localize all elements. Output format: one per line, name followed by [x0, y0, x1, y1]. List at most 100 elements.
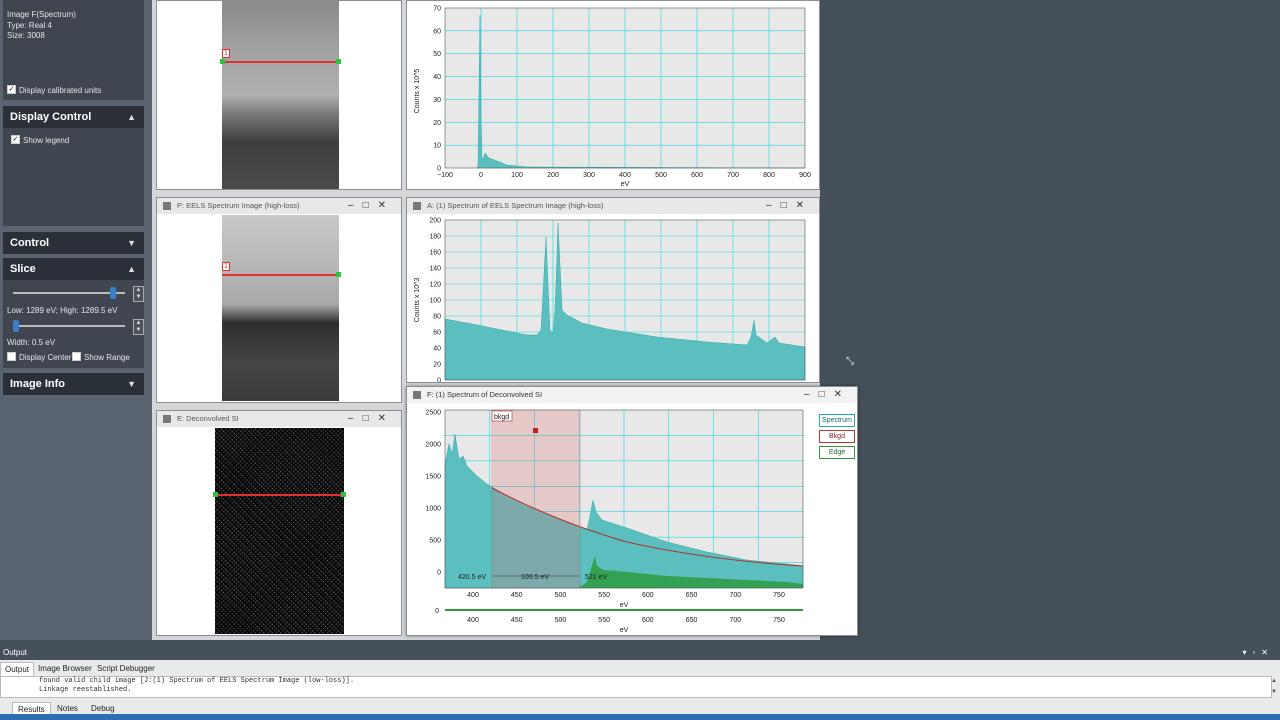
y-tick-label: 180	[429, 234, 441, 241]
y-tick-labels: 0 20 40 60 80 100 120 140 160 180 200	[429, 218, 441, 383]
y-tick-label: 100	[429, 298, 441, 305]
lower-plot-strip	[445, 609, 803, 611]
roi-line[interactable]	[222, 61, 339, 63]
plot-window-icon	[413, 391, 421, 399]
status-bar	[0, 714, 1280, 720]
x-tick-label: 700	[727, 172, 739, 179]
x-tick-labels: −100 0 100 200 300 400 500 600 700 800 900	[437, 172, 811, 179]
tab-output[interactable]: Output	[0, 662, 35, 677]
x-tick-label: 100	[511, 172, 523, 179]
x-tick-label: 400	[467, 592, 479, 599]
roi-handle-right[interactable]	[341, 492, 346, 497]
lower-y-tick: 0	[435, 608, 439, 615]
slice-slider-track	[13, 292, 125, 294]
image-name: Image F(Spectrum)	[7, 10, 76, 19]
window-title-bar[interactable]: F: (1) Spectrum of Deconvolved SI –□✕	[407, 387, 857, 403]
window-handle[interactable]	[533, 428, 538, 433]
image-window-top[interactable]: 1	[156, 0, 402, 190]
output-panel: Output ▾▫✕ Output Image Browser Script De…	[0, 646, 1280, 720]
control-header[interactable]: Control ▼	[3, 232, 144, 254]
slice-slider-handle[interactable]	[110, 287, 116, 299]
background-window[interactable]	[491, 409, 581, 589]
y-tick-label: 0	[437, 570, 441, 577]
y-tick-label: 500	[429, 538, 441, 545]
y-tick-label: 2500	[425, 410, 441, 417]
x-tick-label: 400	[467, 617, 479, 624]
x-tick-label: 500	[655, 172, 667, 179]
y-tick-label: 0	[437, 378, 441, 383]
spectrum-window-a[interactable]: A: (1) Spectrum of EELS Spectrum Image (…	[406, 197, 820, 383]
roi-line[interactable]	[215, 494, 344, 496]
chevron-up-icon: ▲	[127, 264, 136, 274]
roi-handle-left[interactable]	[213, 492, 218, 497]
width-spinner[interactable]: ▲ ▼	[133, 319, 144, 335]
x-tick-label: 450	[511, 592, 523, 599]
y-tick-label: 50	[433, 51, 441, 58]
high-loss-spectrum-plot[interactable]: 0 20 40 60 80 100 120 140 160 180 200 Counts x 10^…	[407, 215, 819, 382]
roi-handle-left[interactable]	[220, 59, 225, 64]
show-range-checkbox[interactable]: Show Range	[72, 352, 130, 362]
spectrum-window-f[interactable]: F: (1) Spectrum of Deconvolved SI –□✕ bkg…	[406, 386, 858, 636]
roi-handle-right[interactable]	[336, 59, 341, 64]
roi-handle-right[interactable]	[336, 272, 341, 277]
x-tick-label: 750	[773, 592, 785, 599]
display-control-header[interactable]: Display Control ▲	[3, 106, 144, 128]
low-loss-spectrum-plot[interactable]: 0 10 20 30 40 50 60 70 −100 0 100 200 300 400 500 600 7…	[407, 1, 819, 189]
image-window-e[interactable]: E: Deconvolved SI –□✕	[156, 410, 402, 636]
y-tick-label: 2000	[425, 442, 441, 449]
image-window-icon	[163, 202, 171, 210]
window-controls[interactable]: –□✕	[348, 411, 395, 427]
show-legend-checkbox[interactable]: ✓ Show legend	[11, 135, 69, 145]
tab-image-browser[interactable]: Image Browser	[34, 662, 96, 676]
roi-line[interactable]	[222, 274, 339, 276]
y-tick-label: 60	[433, 28, 441, 35]
spectrum-image-strip	[222, 215, 339, 401]
deconvolved-spectrum-plot[interactable]: bkgd 420.5 eV 100.5 eV 521 eV 0 500 1000 15…	[407, 404, 817, 635]
x-tick-label: 750	[773, 617, 785, 624]
display-calibrated-checkbox[interactable]: ✓ Display calibrated units	[7, 85, 101, 95]
deconvolved-image-strip	[215, 428, 344, 634]
plot-window-icon	[413, 202, 421, 210]
display-center-checkbox[interactable]: Display Center	[7, 352, 71, 362]
width-slider-track	[13, 325, 125, 327]
legend-edge[interactable]: Edge	[819, 446, 855, 459]
x-axis-label: eV	[620, 602, 629, 609]
x-tick-label: 300	[583, 172, 595, 179]
x-axis-label: eV	[621, 181, 630, 188]
window-title-bar[interactable]: E: Deconvolved SI –□✕	[157, 411, 401, 427]
roi-label: 1	[222, 262, 230, 271]
image-window-icon	[163, 415, 171, 423]
window-controls[interactable]: –□✕	[804, 387, 851, 403]
legend-bkgd[interactable]: Bkgd	[819, 430, 855, 443]
slice-spinner[interactable]: ▲ ▼	[133, 286, 144, 302]
y-tick-label: 160	[429, 250, 441, 257]
y-axis-label: Counts x 10^5	[414, 69, 421, 114]
y-tick-labels: 0 500 1000 1500 2000 2500	[425, 410, 441, 577]
output-console[interactable]: found valid child image [J:(1) Spectrum …	[0, 676, 1272, 698]
checkbox-icon	[7, 352, 16, 362]
tab-script-debugger[interactable]: Script Debugger	[93, 662, 159, 676]
window-title-bar[interactable]: A: (1) Spectrum of EELS Spectrum Image (…	[407, 198, 819, 214]
slice-header[interactable]: Slice ▲	[3, 258, 144, 280]
y-tick-label: 10	[433, 143, 441, 150]
x-tick-label: 200	[547, 172, 559, 179]
legend-spectrum[interactable]: Spectrum	[819, 414, 855, 427]
spectrum-window-top[interactable]: 0 10 20 30 40 50 60 70 −100 0 100 200 300 400 500 600 7…	[406, 0, 820, 190]
width-slider-handle[interactable]	[13, 320, 19, 332]
image-info-header[interactable]: Image Info ▼	[3, 373, 144, 395]
checkbox-checked-icon: ✓	[7, 85, 16, 95]
window-controls[interactable]: –□✕	[766, 198, 813, 214]
window-title-bar[interactable]: P: EELS Spectrum Image (high-loss) –□✕	[157, 198, 401, 214]
roi-label: 1	[222, 49, 230, 58]
x-tick-label: 550	[598, 592, 610, 599]
y-tick-label: 20	[433, 362, 441, 369]
chevron-down-icon: ▼	[127, 379, 136, 389]
console-scrollbar[interactable]: ▲ ▼	[1271, 676, 1278, 698]
panel-controls[interactable]: ▾▫✕	[1242, 646, 1274, 660]
x-tick-label: 600	[642, 592, 654, 599]
image-window-p[interactable]: P: EELS Spectrum Image (high-loss) –□✕ 1	[156, 197, 402, 403]
window-controls[interactable]: –□✕	[348, 198, 395, 214]
display-control-body: ✓ Show legend	[3, 128, 144, 226]
slice-low-high: Low: 1289 eV; High: 1289.5 eV	[7, 306, 118, 315]
y-tick-label: 40	[433, 346, 441, 353]
